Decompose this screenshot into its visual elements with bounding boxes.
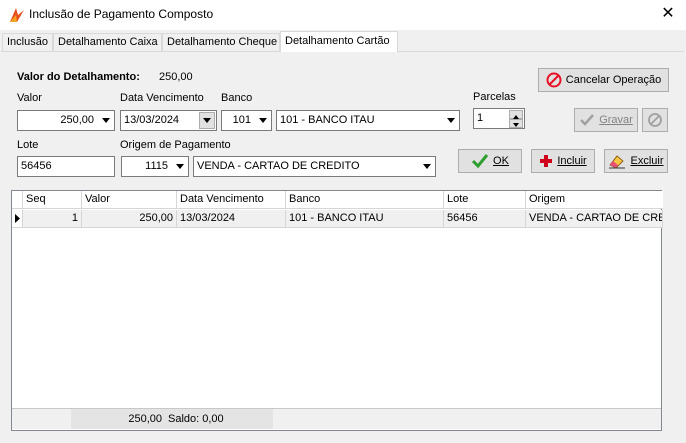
banco-code-value: 101 <box>232 114 251 126</box>
origem-code-dropdown[interactable]: 1115 <box>121 156 189 177</box>
plus-icon <box>540 155 553 167</box>
banco-name-dropdown[interactable]: 101 - BANCO ITAU <box>276 110 460 131</box>
incluir-button[interactable]: Incluir <box>531 149 595 173</box>
col-header-lote[interactable]: Lote <box>444 191 526 209</box>
row-indicator-icon <box>12 210 23 228</box>
cell-seq: 1 <box>23 210 82 228</box>
col-header-seq[interactable]: Seq <box>23 191 82 209</box>
cancelar-operacao-label: Cancelar Operação <box>565 74 662 86</box>
ok-label: OK <box>493 155 509 167</box>
cell-origem: VENDA - CARTAO DE CREDI <box>526 210 663 228</box>
valor-detalhamento-value: 250,00 <box>159 71 193 83</box>
excluir-button[interactable]: Excluir <box>604 149 668 173</box>
origem-name-dropdown[interactable]: VENDA - CARTAO DE CREDITO <box>193 156 436 177</box>
cell-data: 13/03/2024 <box>177 210 286 228</box>
app-logo-icon <box>10 8 24 22</box>
detail-grid[interactable]: Seq Valor Data Vencimento Banco Lote Ori… <box>11 190 663 431</box>
window-title: Inclusão de Pagamento Composto <box>29 7 214 21</box>
spin-up-icon[interactable] <box>509 110 523 119</box>
chevron-down-icon <box>421 161 433 173</box>
cancelar-operacao-button[interactable]: Cancelar Operação <box>538 68 669 92</box>
origem-code-value: 1115 <box>145 160 168 172</box>
origem-pagamento-label: Origem de Pagamento <box>120 139 231 151</box>
banco-name-value: 101 - BANCO ITAU <box>280 114 375 126</box>
tab-detalhamento-caixa[interactable]: Detalhamento Caixa <box>53 33 162 51</box>
tab-strip: Inclusão Detalhamento Caixa Detalhamento… <box>0 31 686 52</box>
chevron-down-icon <box>445 115 457 127</box>
title-bar: Inclusão de Pagamento Composto ✕ <box>0 0 686 30</box>
footer-total: 250,00 <box>71 408 165 429</box>
parcelas-label: Parcelas <box>473 91 516 103</box>
cell-valor: 250,00 <box>82 210 177 228</box>
data-vencimento-picker[interactable]: 13/03/2024 <box>120 110 217 131</box>
chevron-down-icon <box>100 115 112 127</box>
gravar-button[interactable]: Gravar <box>574 108 638 132</box>
footer-blank <box>12 408 71 429</box>
parcelas-value: 1 <box>477 112 484 124</box>
spin-down-icon[interactable] <box>509 119 523 128</box>
gravar-label: Gravar <box>599 114 633 126</box>
valor-detalhamento-label: Valor do Detalhamento: <box>17 71 140 83</box>
col-header-data-vencimento[interactable]: Data Vencimento <box>177 191 286 209</box>
banco-code-dropdown[interactable]: 101 <box>221 110 272 131</box>
valor-value: 250,00 <box>60 114 94 126</box>
cancel-icon <box>546 72 562 88</box>
lote-value: 56456 <box>21 160 52 172</box>
footer-filler <box>273 408 661 429</box>
col-header-valor[interactable]: Valor <box>82 191 177 209</box>
col-header-banco[interactable]: Banco <box>286 191 444 209</box>
cancel-icon <box>648 113 662 127</box>
grid-corner <box>12 191 23 209</box>
origem-name-value: VENDA - CARTAO DE CREDITO <box>197 160 360 172</box>
tab-detalhamento-cartao[interactable]: Detalhamento Cartão <box>280 31 398 52</box>
cell-banco: 101 - BANCO ITAU <box>286 210 444 228</box>
close-button[interactable]: ✕ <box>656 4 680 26</box>
valor-label: Valor <box>17 92 42 104</box>
calendar-dropdown-icon[interactable] <box>199 112 215 129</box>
excluir-label: Excluir <box>630 155 664 167</box>
data-vencimento-label: Data Vencimento <box>120 92 204 104</box>
banco-label: Banco <box>221 92 253 104</box>
parcelas-spinner[interactable]: 1 <box>473 108 525 129</box>
tab-detalhamento-cheque[interactable]: Detalhamento Cheque <box>162 33 280 51</box>
check-icon <box>471 154 489 169</box>
data-vencimento-value: 13/03/2024 <box>124 114 180 126</box>
cell-lote: 56456 <box>444 210 526 228</box>
chevron-down-icon <box>174 161 186 173</box>
col-header-origem[interactable]: Origem <box>526 191 663 209</box>
lote-label: Lote <box>17 139 39 151</box>
incluir-label: Incluir <box>557 155 587 167</box>
lote-input[interactable]: 56456 <box>17 156 115 177</box>
tab-inclusao[interactable]: Inclusão <box>2 33 53 51</box>
ok-button[interactable]: OK <box>458 149 522 173</box>
footer-saldo: Saldo: 0,00 <box>165 408 273 429</box>
valor-dropdown[interactable]: 250,00 <box>17 110 115 131</box>
chevron-down-icon <box>257 115 269 127</box>
check-icon <box>580 114 595 126</box>
cancel-edit-button[interactable] <box>642 108 668 132</box>
eraser-icon <box>609 155 626 169</box>
